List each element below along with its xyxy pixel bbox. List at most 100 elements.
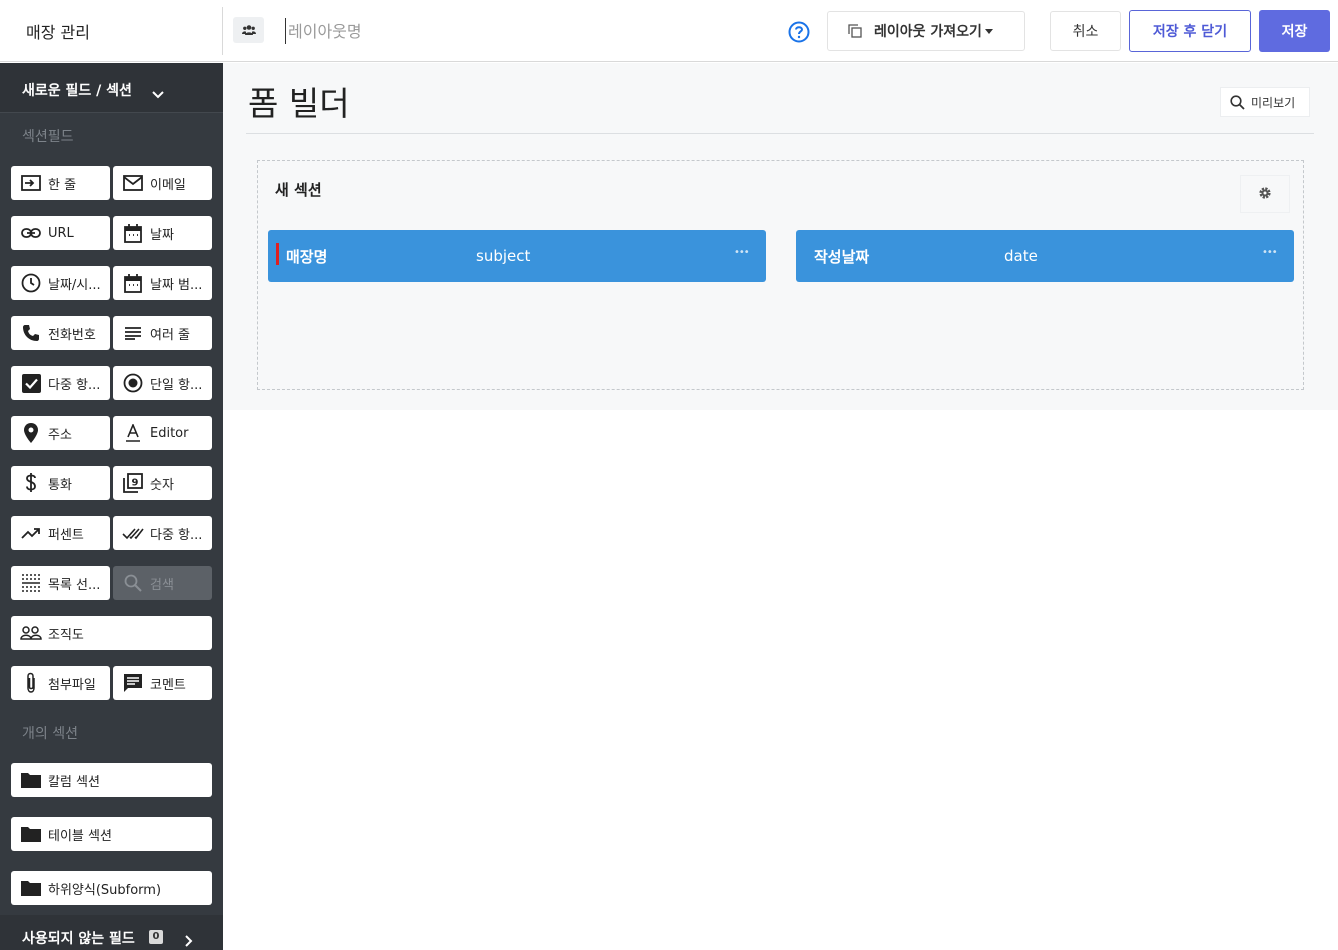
location-pin-icon (20, 422, 42, 444)
sidebar-header-label: 새로운 필드 / 섹션 (22, 83, 132, 99)
field-type-label: 여러 줄 (150, 327, 191, 343)
field-type-single-select[interactable]: 단일 항... (113, 366, 212, 400)
section-type-label: 테이블 섹션 (48, 828, 112, 844)
calendar-range-icon (122, 272, 144, 294)
field-type-label: 전화번호 (48, 327, 96, 343)
field-type-label: 다중 항... (150, 527, 203, 543)
more-options-icon[interactable]: ••• (1262, 247, 1278, 258)
link-icon (20, 222, 42, 244)
paperclip-icon (20, 672, 42, 694)
field-type-single-line[interactable]: 한 줄 (11, 166, 110, 200)
unused-fields-label: 사용되지 않는 필드 (22, 931, 135, 947)
gear-icon (1258, 185, 1272, 204)
number-icon: 9 (122, 472, 144, 494)
people-icon (20, 622, 42, 644)
field-key: subject (476, 247, 531, 265)
chevron-right-icon (185, 932, 193, 950)
text-format-icon (122, 422, 144, 444)
field-type-multi-select[interactable]: 다중 항... (11, 366, 110, 400)
folder-icon (20, 823, 42, 845)
unused-fields-toggle[interactable]: 사용되지 않는 필드 0 (0, 915, 223, 950)
field-type-label: 주소 (48, 427, 72, 443)
calendar-icon (122, 222, 144, 244)
clock-icon (20, 272, 42, 294)
field-type-label: 날짜 범... (150, 277, 203, 293)
double-check-icon (122, 522, 144, 544)
section-type-column[interactable]: 칼럼 섹션 (11, 763, 212, 797)
phone-icon (20, 322, 42, 344)
field-type-label: 조직도 (48, 627, 84, 643)
field-type-label: 숫자 (150, 477, 174, 493)
field-label: 매장명 (286, 248, 328, 266)
top-bar: 매장 관리 레이아웃 가져오기 취소 저장 후 닫기 저장 (0, 0, 1338, 62)
field-type-label: 이메일 (150, 177, 186, 193)
divider (246, 133, 1314, 134)
trending-icon (20, 522, 42, 544)
help-icon[interactable] (788, 21, 810, 43)
section-settings-button[interactable] (1240, 175, 1290, 213)
folder-icon (20, 769, 42, 791)
required-marker (276, 243, 279, 265)
save-and-close-button[interactable]: 저장 후 닫기 (1129, 10, 1251, 52)
field-type-label: 날짜/시... (48, 277, 101, 293)
search-icon (1230, 94, 1245, 110)
field-type-datetime[interactable]: 날짜/시... (11, 266, 110, 300)
comment-icon (122, 672, 144, 694)
field-type-list-select[interactable]: 목록 선... (11, 566, 110, 600)
field-type-url[interactable]: URL (11, 216, 110, 250)
list-select-icon (20, 572, 42, 594)
svg-text:9: 9 (132, 478, 139, 489)
field-type-phone[interactable]: 전화번호 (11, 316, 110, 350)
more-options-icon[interactable]: ••• (734, 247, 750, 258)
cancel-button[interactable]: 취소 (1050, 11, 1121, 51)
copy-icon (848, 24, 862, 38)
field-palette-sidebar: 새로운 필드 / 섹션 섹션필드 한 줄 이메일 URL 날짜 날짜/시... … (0, 63, 223, 950)
field-type-editor[interactable]: Editor (113, 416, 212, 450)
section-type-label: 하위양식(Subform) (48, 882, 162, 898)
field-type-comment[interactable]: 코멘트 (113, 666, 212, 700)
field-type-org-chart[interactable]: 조직도 (11, 616, 212, 650)
import-layout-label: 레이아웃 가져오기 (874, 24, 982, 40)
field-type-label: 다중 항... (48, 377, 101, 393)
chevron-down-icon (984, 28, 993, 34)
section-type-subform[interactable]: 하위양식(Subform) (11, 871, 212, 905)
section-type-table[interactable]: 테이블 섹션 (11, 817, 212, 851)
save-button[interactable]: 저장 (1259, 10, 1330, 52)
field-type-currency[interactable]: 통화 (11, 466, 110, 500)
folder-icon (20, 877, 42, 899)
dollar-icon (20, 472, 42, 494)
field-type-address[interactable]: 주소 (11, 416, 110, 450)
import-layout-button[interactable]: 레이아웃 가져오기 (827, 11, 1025, 51)
field-type-multiline[interactable]: 여러 줄 (113, 316, 212, 350)
single-line-icon (20, 172, 42, 194)
section-type-label: 칼럼 섹션 (48, 774, 100, 790)
field-type-date-range[interactable]: 날짜 범... (113, 266, 212, 300)
users-icon (241, 21, 256, 40)
new-field-section-toggle[interactable]: 새로운 필드 / 섹션 (0, 63, 223, 113)
permissions-button[interactable] (233, 17, 264, 43)
multiline-icon (122, 322, 144, 344)
field-type-label: 통화 (48, 477, 72, 493)
form-field-chip[interactable]: 매장명 subject ••• (268, 230, 766, 282)
field-type-date[interactable]: 날짜 (113, 216, 212, 250)
field-type-label: URL (48, 225, 74, 241)
sections-category-label: 개의 섹션 (22, 726, 78, 742)
field-type-email[interactable]: 이메일 (113, 166, 212, 200)
layout-name-input[interactable] (285, 18, 588, 44)
unused-fields-count-badge: 0 (149, 930, 163, 944)
field-type-percent[interactable]: 퍼센트 (11, 516, 110, 550)
field-label: 작성날짜 (814, 248, 870, 266)
field-type-attachment[interactable]: 첨부파일 (11, 666, 110, 700)
field-type-label: 첨부파일 (48, 677, 96, 693)
form-field-chip[interactable]: 작성날짜 date ••• (796, 230, 1294, 282)
form-section[interactable]: 새 섹션 매장명 subject ••• 작성날짜 date ••• (257, 160, 1304, 390)
section-title: 새 섹션 (275, 181, 322, 199)
preview-button[interactable]: 미리보기 (1220, 87, 1310, 117)
field-type-label: 한 줄 (48, 177, 77, 193)
field-type-multi-check[interactable]: 다중 항... (113, 516, 212, 550)
app-title: 매장 관리 (26, 23, 90, 42)
field-type-number[interactable]: 9 숫자 (113, 466, 212, 500)
fields-category-label: 섹션필드 (22, 129, 74, 145)
field-type-label: 코멘트 (150, 677, 186, 693)
search-icon (122, 572, 144, 594)
